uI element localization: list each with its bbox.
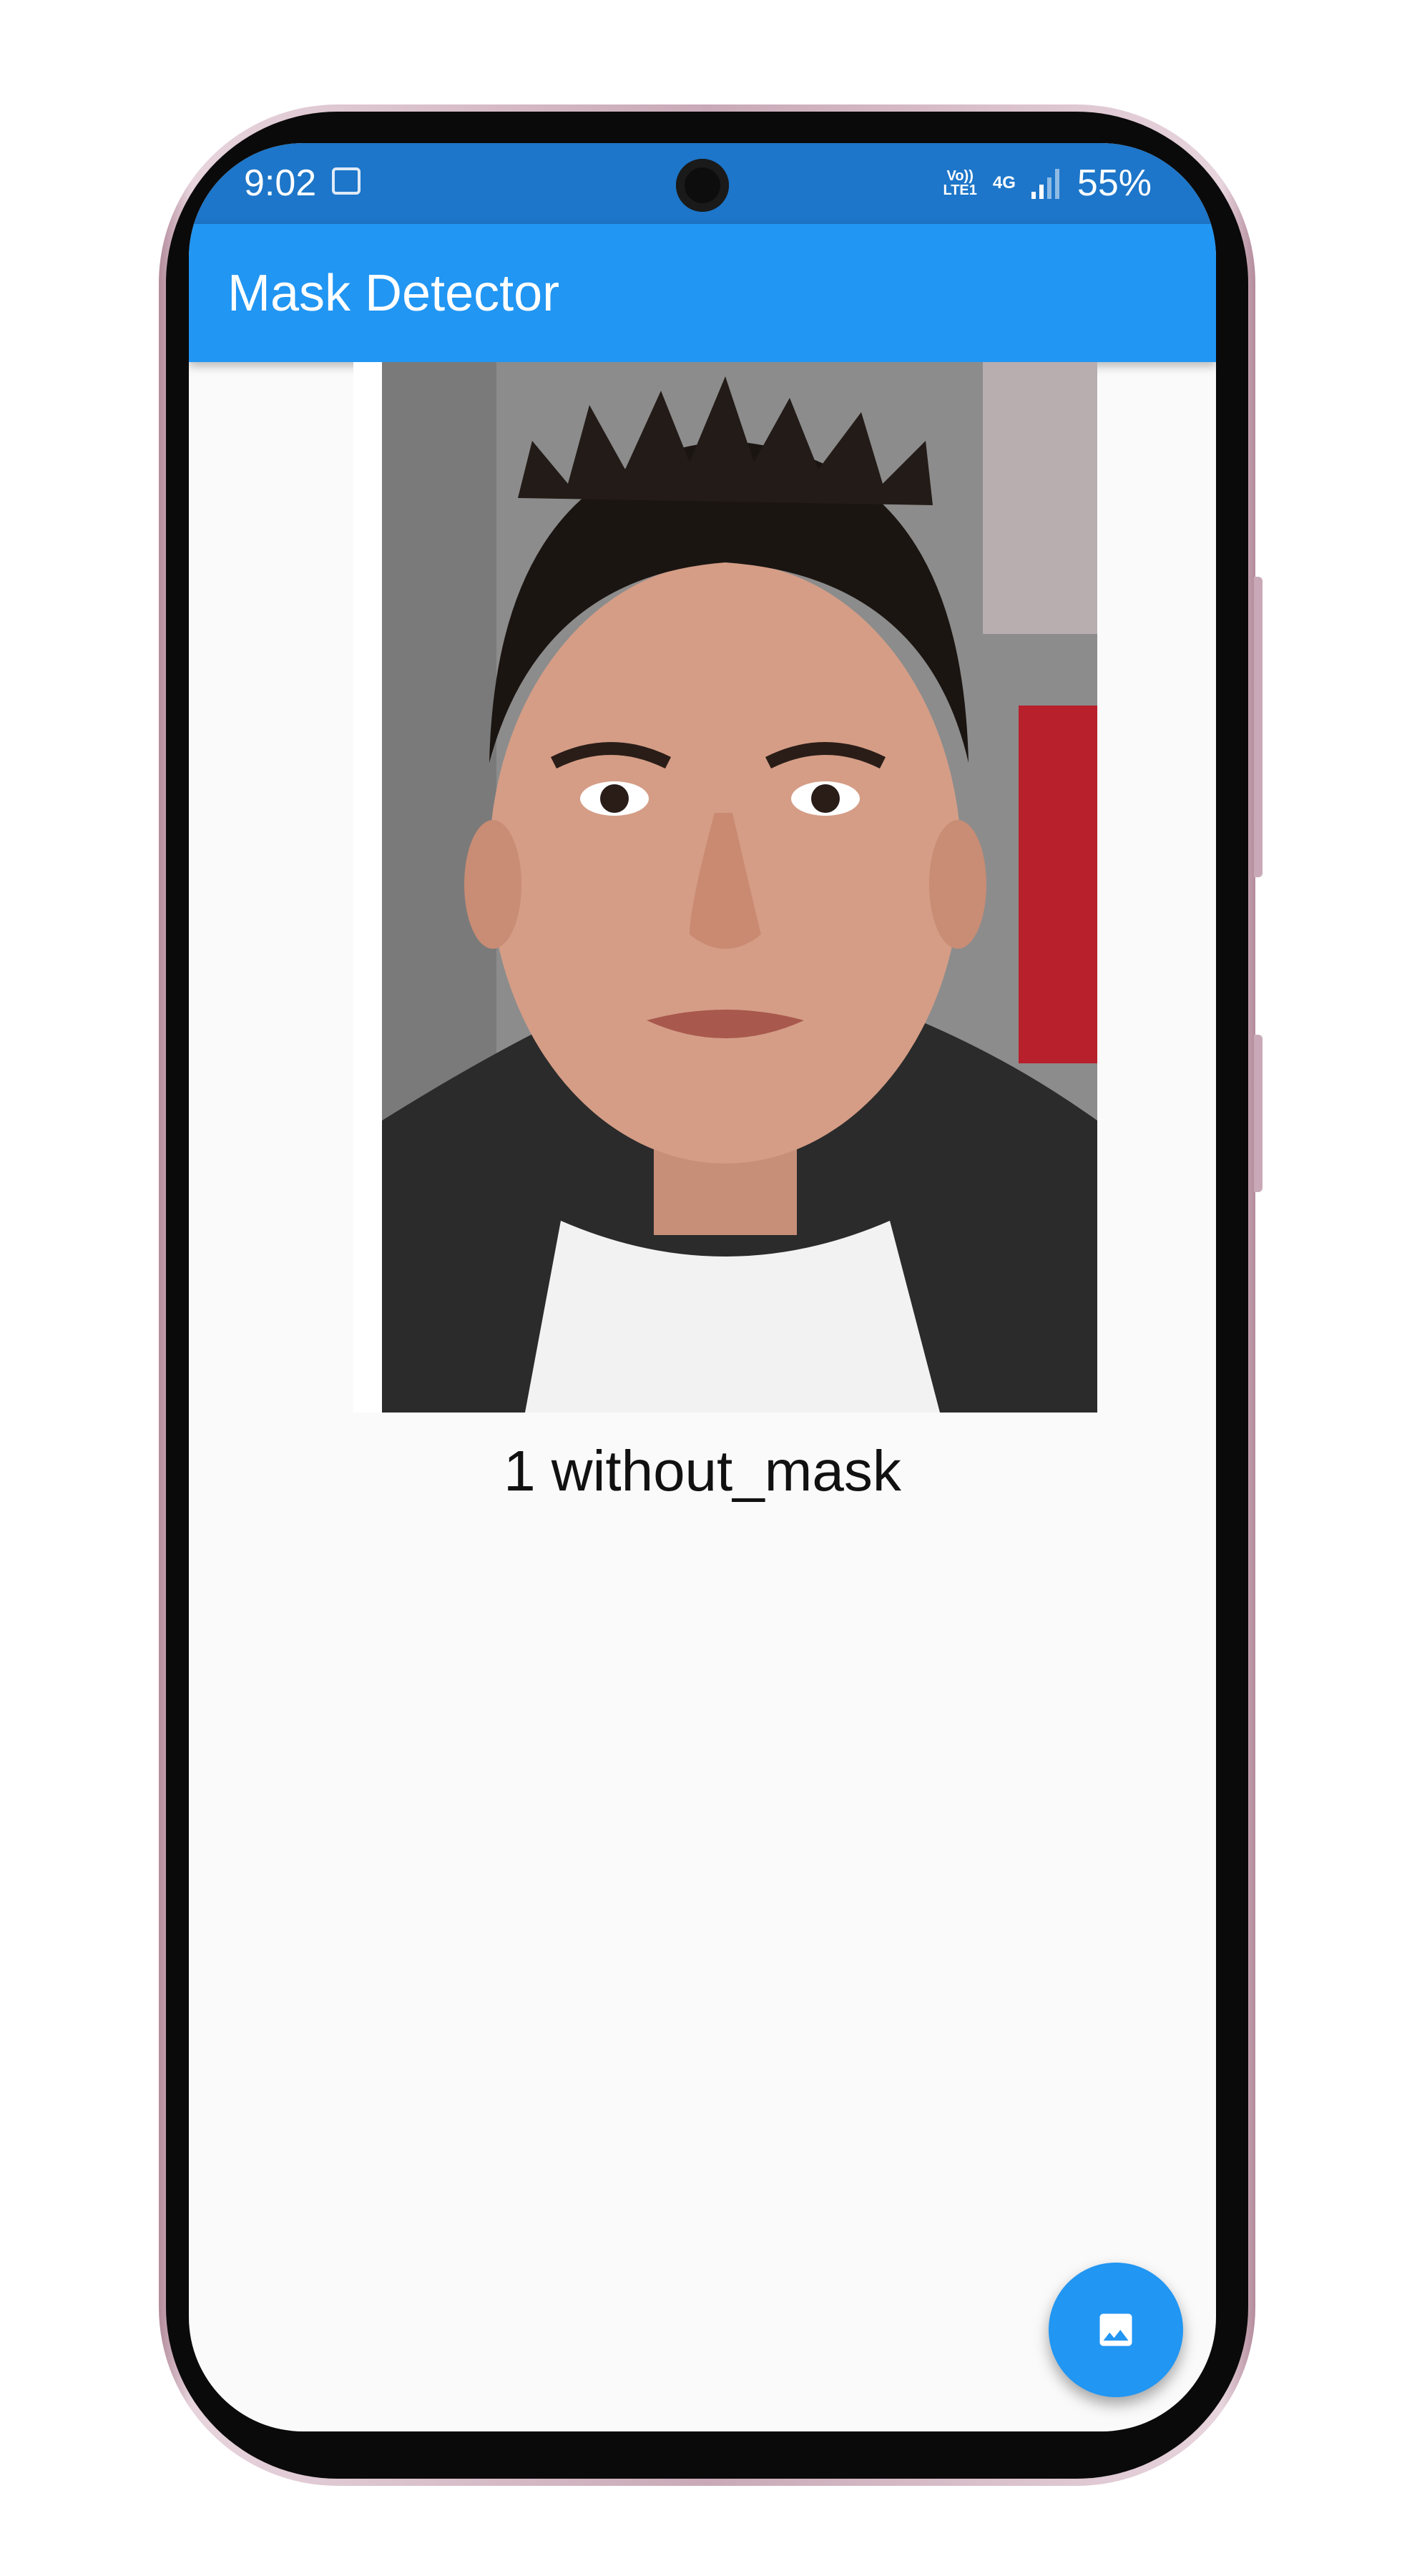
image-icon [1099,2313,1132,2346]
signal-strength-icon [1031,167,1062,199]
volte-top-text: Vo)) [946,168,974,184]
selected-image [353,362,1097,1413]
status-time: 9:02 [244,162,317,204]
front-camera [676,159,729,212]
network-type: 4G [992,173,1016,192]
face-photo [382,362,1097,1413]
volte-indicator: Vo)) LTE1 [943,169,976,197]
battery-percentage: 55% [1077,162,1152,204]
status-bar: 9:02 Vo)) LTE1 4G 55% [189,143,1216,224]
pick-image-button[interactable] [1049,2263,1183,2397]
app-screen: 9:02 Vo)) LTE1 4G 55% Mask Detector 1 wi… [189,143,1216,2431]
volte-bottom-text: LTE1 [943,182,977,198]
app-bar: Mask Detector [189,224,1216,362]
volume-button [1254,577,1263,877]
prediction-label: 1 without_mask [504,1439,901,1503]
wifi-notification-icon [332,167,361,195]
page-title: Mask Detector [227,265,560,322]
status-indicators: Vo)) LTE1 4G 55% [943,162,1152,205]
power-button [1254,1035,1263,1192]
